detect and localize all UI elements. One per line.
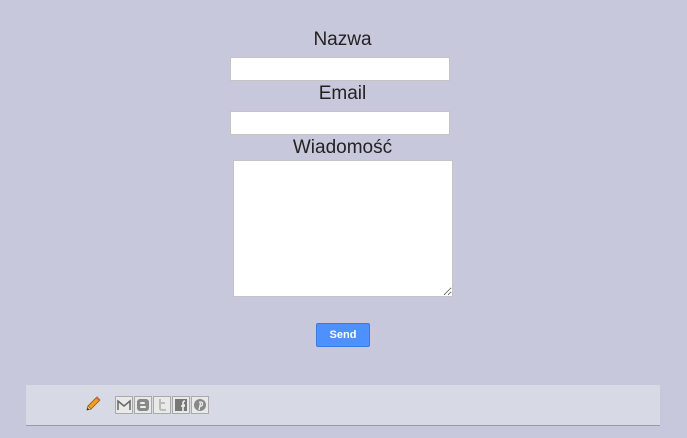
message-textarea[interactable] (233, 160, 453, 297)
post-footer (26, 385, 660, 426)
email-label: Email (318, 83, 367, 104)
pencil-icon[interactable] (84, 395, 102, 413)
send-button[interactable]: Send (316, 323, 370, 347)
name-input[interactable] (230, 57, 450, 81)
twitter-icon[interactable] (153, 396, 171, 414)
share-buttons (115, 396, 209, 414)
email-input[interactable] (230, 111, 450, 135)
blogger-icon[interactable] (134, 396, 152, 414)
pinterest-icon[interactable] (191, 396, 209, 414)
message-label: Wiadomość (292, 137, 393, 158)
facebook-icon[interactable] (172, 396, 190, 414)
email-icon[interactable] (115, 396, 133, 414)
name-label: Nazwa (313, 29, 372, 50)
